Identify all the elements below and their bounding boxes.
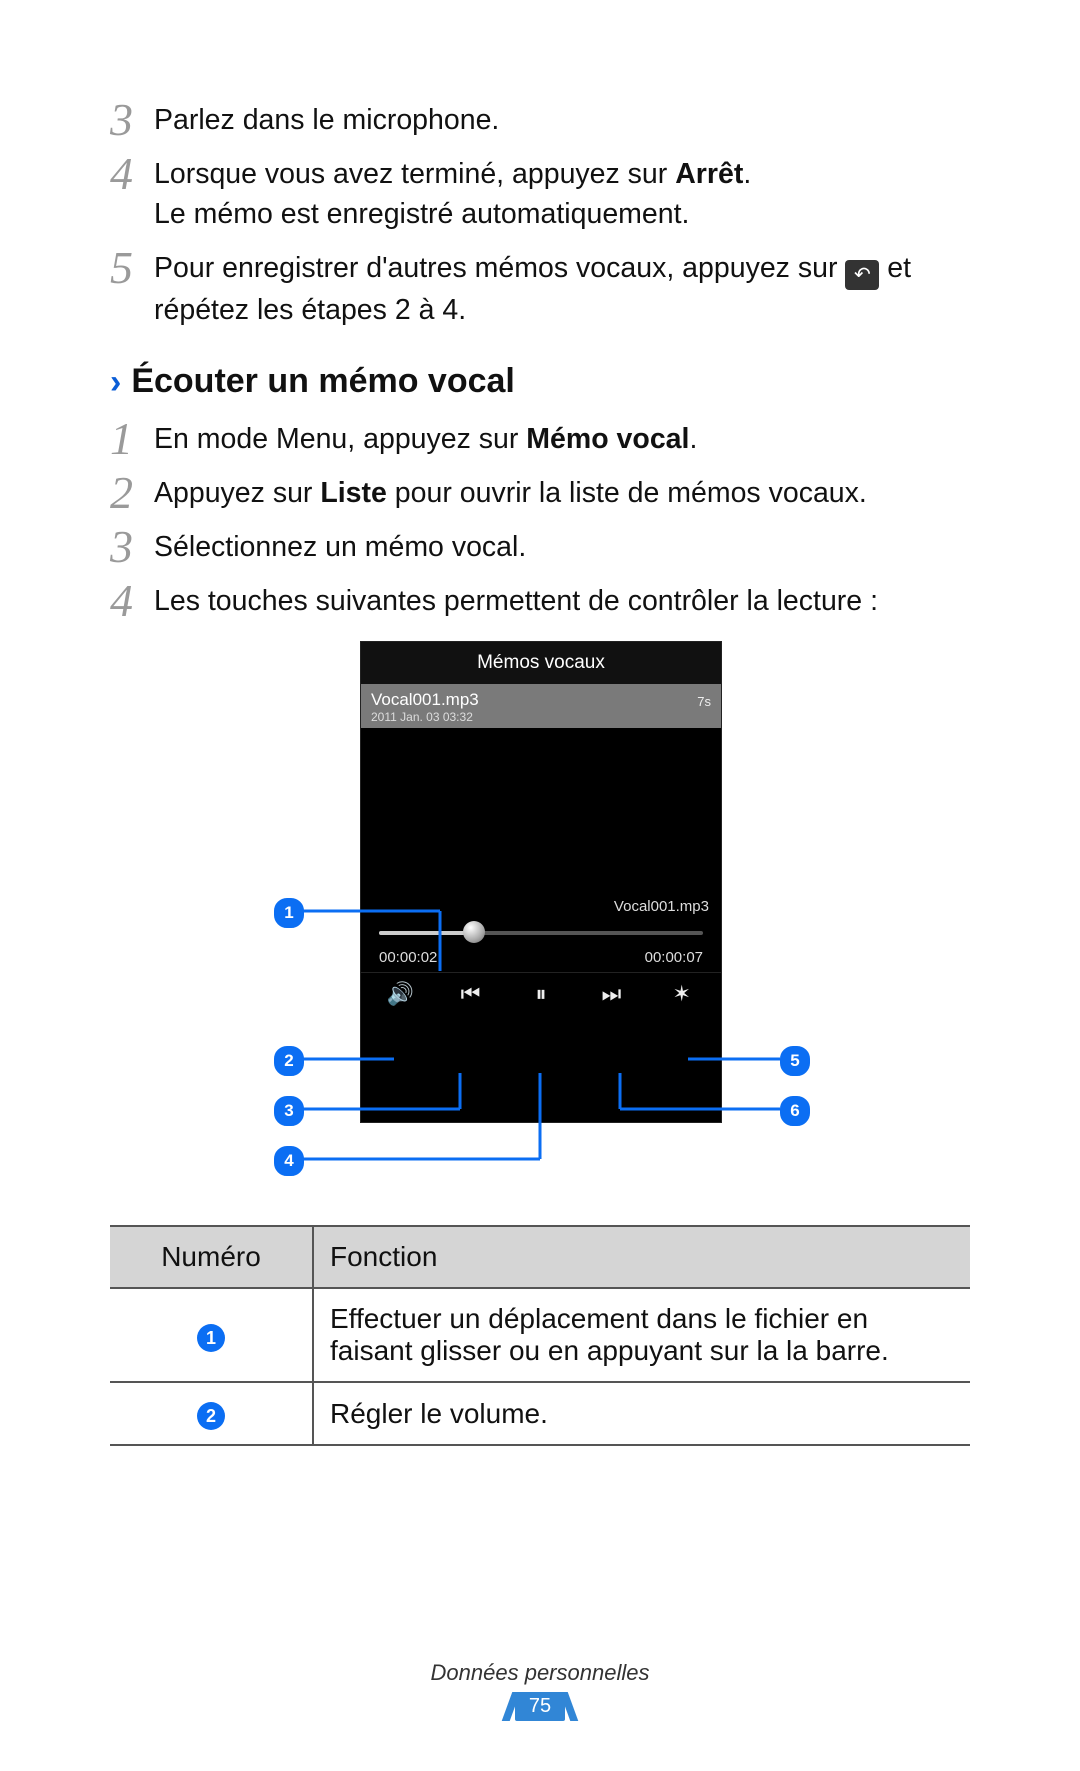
callout-1: 1 [274,898,304,928]
steps-group-a: 3 Parlez dans le microphone. 4 Lorsque v… [110,100,970,330]
function-table: Numéro Fonction 1 Effectuer un déplaceme… [110,1225,970,1446]
player-screenshot: Mémos vocaux Vocal001.mp3 2011 Jan. 03 0… [360,641,722,1123]
volume-icon[interactable]: 🔊 [378,981,422,1007]
step-number: 2 [110,473,154,513]
memo-date: 2011 Jan. 03 03:32 [371,710,711,724]
step-text: Appuyez sur Liste pour ouvrir la liste d… [154,473,970,513]
callout-4: 4 [274,1146,304,1176]
now-playing-label: Vocal001.mp3 [361,898,721,917]
table-row: 2 Régler le volume. [110,1382,970,1445]
step-2: 2 Appuyez sur Liste pour ouvrir la liste… [110,473,970,513]
step-text: Lorsque vous avez terminé, appuyez sur A… [154,154,970,234]
chevron-right-icon: › [110,365,121,399]
row-function: Effectuer un déplacement dans le fichier… [313,1288,970,1382]
memo-list-item[interactable]: Vocal001.mp3 2011 Jan. 03 03:32 7s [361,684,721,728]
step-text: Sélectionnez un mémo vocal. [154,527,970,567]
manual-page: 3 Parlez dans le microphone. 4 Lorsque v… [0,0,1080,1771]
progress-slider[interactable] [379,923,703,943]
step-3: 3 Parlez dans le microphone. [110,100,970,140]
memo-name: Vocal001.mp3 [371,690,711,710]
step-text: Parlez dans le microphone. [154,100,970,140]
step-3b: 3 Sélectionnez un mémo vocal. [110,527,970,567]
callout-6: 6 [780,1096,810,1126]
step-number: 3 [110,100,154,140]
player-screenshot-figure: Mémos vocaux Vocal001.mp3 2011 Jan. 03 0… [260,641,820,1201]
step-number: 1 [110,419,154,459]
step-4b: 4 Les touches suivantes permettent de co… [110,581,970,621]
callout-3: 3 [274,1096,304,1126]
more-icon[interactable]: ✶ [660,981,704,1007]
footer-section-name: Données personnelles [0,1660,1080,1686]
next-icon[interactable]: ⏭ [589,981,633,1007]
time-elapsed: 00:00:02 [379,949,437,966]
col-header-number: Numéro [110,1226,313,1288]
steps-group-b: 1 En mode Menu, appuyez sur Mémo vocal. … [110,419,970,621]
empty-area [361,728,721,898]
page-number: 75 [515,1692,565,1721]
time-total: 00:00:07 [645,949,703,966]
step-text: En mode Menu, appuyez sur Mémo vocal. [154,419,970,459]
row-number-badge: 1 [197,1324,225,1352]
step-number: 4 [110,154,154,194]
row-number-badge: 2 [197,1402,225,1430]
step-4: 4 Lorsque vous avez terminé, appuyez sur… [110,154,970,234]
table-header-row: Numéro Fonction [110,1226,970,1288]
step-text: Les touches suivantes permettent de cont… [154,581,970,621]
step-1: 1 En mode Menu, appuyez sur Mémo vocal. [110,419,970,459]
callout-5: 5 [780,1046,810,1076]
memo-duration: 7s [697,694,711,709]
step-5: 5 Pour enregistrer d'autres mémos vocaux… [110,248,970,330]
step-text: Pour enregistrer d'autres mémos vocaux, … [154,248,970,330]
section-heading: › Écouter un mémo vocal [110,362,970,401]
step-number: 3 [110,527,154,567]
col-header-function: Fonction [313,1226,970,1288]
table-row: 1 Effectuer un déplacement dans le fichi… [110,1288,970,1382]
callout-2: 2 [274,1046,304,1076]
pause-icon[interactable]: ⏸ [519,981,563,1007]
player-controls: 🔊 ⏮ ⏸ ⏭ ✶ [361,972,721,1017]
step-number: 4 [110,581,154,621]
section-title: Écouter un mémo vocal [131,362,515,401]
page-footer: Données personnelles 75 [0,1660,1080,1721]
time-readout: 00:00:02 00:00:07 [361,947,721,972]
row-function: Régler le volume. [313,1382,970,1445]
screen-title: Mémos vocaux [361,642,721,684]
step-number: 5 [110,248,154,288]
previous-icon[interactable]: ⏮ [449,981,493,1007]
return-icon: ↶ [845,260,879,290]
